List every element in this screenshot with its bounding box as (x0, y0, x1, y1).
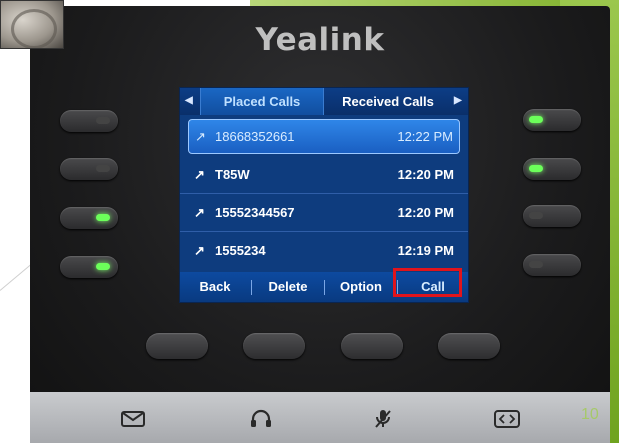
call-row-selected[interactable]: ↗ 18668352661 12:22 PM (188, 119, 460, 154)
line-key-right-2[interactable] (523, 158, 581, 180)
line-key-right-4[interactable] (523, 254, 581, 276)
call-list: ↗ 18668352661 12:22 PM ↗ T85W 12:20 PM ↗… (180, 117, 468, 269)
outgoing-call-icon: ↗ (194, 205, 205, 220)
line-key-right-3[interactable] (523, 205, 581, 227)
function-key-bar (30, 392, 610, 443)
call-time: 12:20 PM (397, 167, 454, 182)
call-time: 12:22 PM (397, 129, 453, 144)
call-number: 1555234 (215, 243, 266, 258)
tab-placed-calls[interactable]: Placed Calls (200, 88, 324, 115)
call-row[interactable]: ↗ 1555234 12:19 PM (180, 232, 468, 269)
call-row[interactable]: ↗ 15552344567 12:20 PM (180, 194, 468, 232)
thumbnail-image (0, 0, 64, 49)
softkey-button-4[interactable] (438, 333, 500, 359)
line-key-left-1[interactable] (60, 110, 118, 132)
softkey-button-3[interactable] (341, 333, 403, 359)
led-indicator (529, 261, 543, 268)
option-softkey[interactable]: Option (325, 272, 397, 302)
softkey-button-2[interactable] (243, 333, 305, 359)
led-indicator (529, 165, 543, 172)
call-row[interactable]: ↗ T85W 12:20 PM (180, 156, 468, 194)
back-softkey[interactable]: Back (180, 272, 250, 302)
led-indicator (96, 263, 110, 270)
transfer-icon[interactable] (494, 409, 520, 429)
call-time: 12:20 PM (397, 205, 454, 220)
outgoing-call-icon: ↗ (195, 129, 206, 144)
slide-page-number: 10 (581, 406, 599, 423)
led-indicator (96, 165, 110, 172)
call-number: 18668352661 (215, 129, 295, 144)
led-indicator (529, 116, 543, 123)
tab-left-arrow-icon[interactable]: ◀ (185, 95, 193, 106)
line-key-left-3[interactable] (60, 207, 118, 229)
call-time: 12:19 PM (397, 243, 454, 258)
tab-right-arrow-icon[interactable]: ▶ (454, 95, 462, 106)
led-indicator (96, 117, 110, 124)
delete-softkey[interactable]: Delete (252, 272, 324, 302)
tab-received-calls[interactable]: Received Calls (327, 88, 449, 115)
tab-bar: ◀ Placed Calls Received Calls ▶ (180, 88, 468, 115)
line-key-left-2[interactable] (60, 158, 118, 180)
message-icon[interactable] (120, 409, 146, 429)
call-highlight-box (393, 268, 462, 297)
line-key-right-1[interactable] (523, 109, 581, 131)
led-indicator (529, 212, 543, 219)
softkey-button-1[interactable] (146, 333, 208, 359)
line-key-left-4[interactable] (60, 256, 118, 278)
mute-icon[interactable] (370, 409, 396, 429)
call-number: 15552344567 (215, 205, 295, 220)
led-indicator (96, 214, 110, 221)
call-number: T85W (215, 167, 250, 182)
headset-icon[interactable] (248, 409, 274, 429)
outgoing-call-icon: ↗ (194, 167, 205, 182)
outgoing-call-icon: ↗ (194, 243, 205, 258)
brand-logo: Yealink (255, 22, 385, 58)
